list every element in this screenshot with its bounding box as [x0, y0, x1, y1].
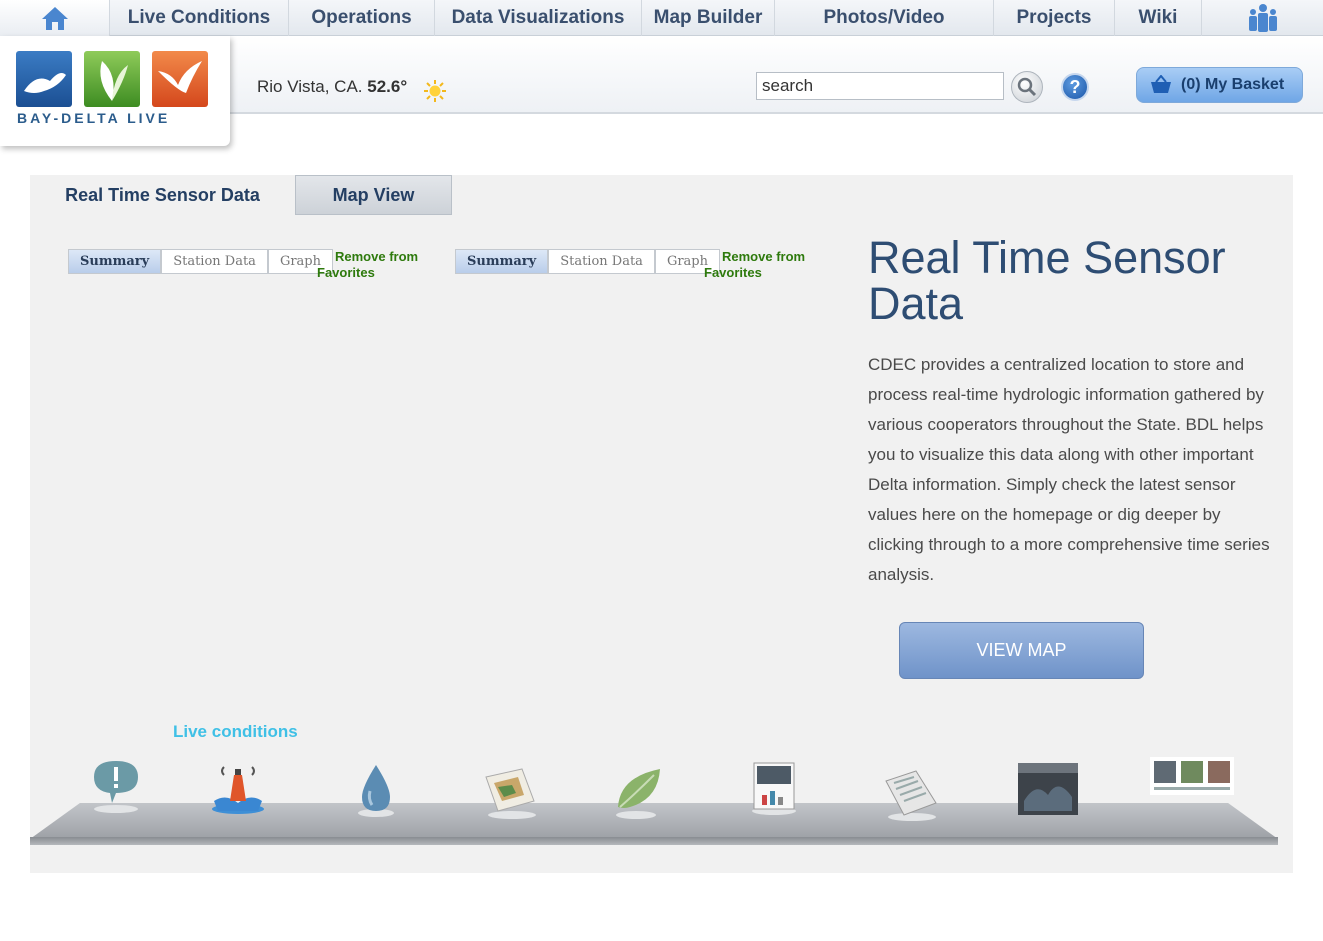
location-weather: Rio Vista, CA. 52.6°	[257, 77, 407, 97]
nav-map-builder[interactable]: Map Builder	[642, 0, 775, 36]
sun-icon	[424, 80, 446, 102]
news-icon[interactable]	[882, 767, 938, 823]
image-icon[interactable]	[1016, 761, 1080, 817]
help-icon[interactable]: ?	[1061, 73, 1089, 101]
basket-label: (0) My Basket	[1181, 76, 1285, 93]
tab-map-view[interactable]: Map View	[295, 175, 452, 215]
logo-icon[interactable]	[1150, 757, 1234, 795]
section-title: Real Time Sensor Data	[868, 232, 1226, 329]
subtab-summary[interactable]: Summary	[68, 249, 162, 274]
buoy-icon[interactable]	[210, 759, 266, 815]
nav-wiki[interactable]: Wiki	[1115, 0, 1202, 36]
search-input[interactable]	[756, 72, 1004, 100]
dock-shelf-edge	[30, 837, 1278, 845]
nav-data-visualizations[interactable]: Data Visualizations	[435, 0, 642, 36]
my-basket-button[interactable]: (0) My Basket	[1136, 67, 1303, 103]
remove-from-favorites-link[interactable]: Remove from Favorites	[317, 249, 418, 281]
dock-hover-label: Live conditions	[173, 722, 298, 741]
logo-leaf-tile	[84, 51, 140, 107]
nav-people[interactable]	[1202, 0, 1323, 36]
remove-fav-line1: Remove from	[722, 249, 806, 264]
photos-icon[interactable]	[746, 759, 802, 815]
subtab-station-data[interactable]: Station Data	[161, 249, 268, 274]
nav-photos-video[interactable]: Photos/Video	[775, 0, 994, 36]
basket-icon	[1151, 75, 1171, 93]
main-panel: Real Time Sensor Data Map View Summary S…	[30, 175, 1293, 873]
temperature: 52.6°	[367, 77, 408, 96]
water-drop-icon[interactable]	[348, 761, 404, 817]
nav-operations[interactable]: Operations	[289, 0, 435, 36]
nav-home[interactable]	[0, 0, 110, 36]
logo-bird-tile	[152, 51, 208, 107]
nav-projects[interactable]: Projects	[994, 0, 1115, 36]
location-name: Rio Vista, CA.	[257, 77, 363, 96]
tab-real-time-sensor-data[interactable]: Real Time Sensor Data	[30, 175, 295, 215]
subtab-summary[interactable]: Summary	[455, 249, 549, 274]
section-description: CDEC provides a centralized location to …	[868, 355, 1270, 584]
widget-1-subtabs: Summary Station Data Graph	[68, 249, 333, 274]
alert-icon[interactable]	[88, 757, 144, 813]
home-icon	[41, 7, 68, 30]
site-logo[interactable]: BAY-DELTA LIVE	[0, 36, 230, 146]
logo-water-tile	[16, 51, 72, 107]
map-icon[interactable]	[482, 763, 538, 819]
view-map-button[interactable]: VIEW MAP	[899, 622, 1144, 679]
remove-from-favorites-link[interactable]: Remove from Favorites	[704, 249, 805, 281]
people-icon	[1248, 4, 1277, 32]
top-navigation: Live Conditions Operations Data Visualiz…	[0, 0, 1323, 36]
nav-live-conditions[interactable]: Live Conditions	[110, 0, 289, 36]
subtab-station-data[interactable]: Station Data	[548, 249, 655, 274]
magnifier-icon	[1017, 77, 1037, 97]
leaf-icon[interactable]	[610, 763, 666, 819]
remove-fav-line2: Favorites	[704, 265, 762, 280]
remove-fav-line1: Remove from	[335, 249, 419, 264]
search-button[interactable]	[1011, 71, 1043, 103]
widget-2-subtabs: Summary Station Data Graph	[455, 249, 720, 274]
remove-fav-line2: Favorites	[317, 265, 375, 280]
logo-text: BAY-DELTA LIVE	[17, 110, 171, 126]
